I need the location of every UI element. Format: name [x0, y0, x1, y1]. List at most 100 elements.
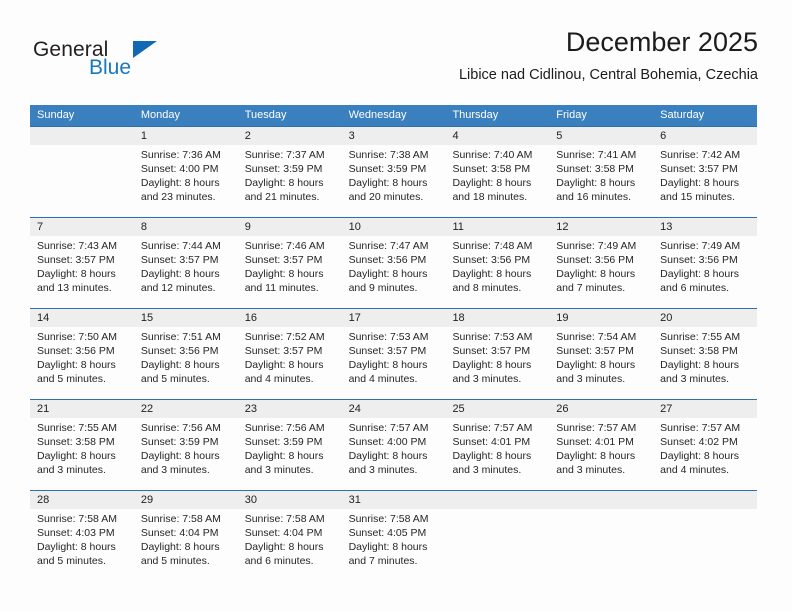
day-number[interactable]: 8: [134, 218, 238, 236]
sunset-text: Sunset: 3:57 PM: [348, 345, 427, 357]
daylight-line1: Daylight: 8 hours: [660, 268, 739, 280]
day-cell[interactable]: Sunrise: 7:50 AM Sunset: 3:56 PM Dayligh…: [30, 327, 134, 399]
sunrise-text: Sunrise: 7:54 AM: [556, 331, 637, 343]
daylight-line2: and 6 minutes.: [660, 282, 730, 294]
sunrise-text: Sunrise: 7:58 AM: [140, 513, 221, 525]
daylight-line2: and 3 minutes.: [556, 373, 626, 385]
day-cell[interactable]: Sunrise: 7:38 AM Sunset: 3:59 PM Dayligh…: [342, 145, 446, 217]
day-number[interactable]: 27: [653, 400, 757, 418]
day-number[interactable]: 31: [342, 491, 446, 509]
day-number[interactable]: 20: [653, 309, 757, 327]
day-number[interactable]: 26: [549, 400, 653, 418]
day-cell[interactable]: Sunrise: 7:54 AM Sunset: 3:57 PM Dayligh…: [549, 327, 653, 399]
day-number[interactable]: [653, 491, 757, 509]
day-number[interactable]: 22: [134, 400, 238, 418]
daylight-line2: and 3 minutes.: [244, 464, 314, 476]
day-cell[interactable]: Sunrise: 7:37 AM Sunset: 3:59 PM Dayligh…: [238, 145, 342, 217]
day-number[interactable]: [549, 491, 653, 509]
day-number[interactable]: 1: [134, 127, 238, 145]
day-cell[interactable]: Sunrise: 7:46 AM Sunset: 3:57 PM Dayligh…: [238, 236, 342, 308]
day-cell[interactable]: Sunrise: 7:49 AM Sunset: 3:56 PM Dayligh…: [549, 236, 653, 308]
day-number[interactable]: [445, 491, 549, 509]
day-number[interactable]: 5: [549, 127, 653, 145]
day-cell[interactable]: Sunrise: 7:58 AM Sunset: 4:04 PM Dayligh…: [134, 509, 238, 581]
day-cell[interactable]: Sunrise: 7:58 AM Sunset: 4:03 PM Dayligh…: [30, 509, 134, 581]
sunrise-text: Sunrise: 7:52 AM: [244, 331, 325, 343]
daylight-line2: and 5 minutes.: [140, 373, 210, 385]
day-cell[interactable]: Sunrise: 7:57 AM Sunset: 4:00 PM Dayligh…: [342, 418, 446, 490]
day-number[interactable]: 29: [134, 491, 238, 509]
day-number[interactable]: 24: [342, 400, 446, 418]
day-number[interactable]: [30, 127, 134, 145]
day-number[interactable]: 4: [445, 127, 549, 145]
day-number[interactable]: 11: [445, 218, 549, 236]
day-cell[interactable]: Sunrise: 7:56 AM Sunset: 3:59 PM Dayligh…: [134, 418, 238, 490]
day-number[interactable]: 6: [653, 127, 757, 145]
day-cell[interactable]: Sunrise: 7:55 AM Sunset: 3:58 PM Dayligh…: [653, 327, 757, 399]
day-cell[interactable]: Sunrise: 7:58 AM Sunset: 4:04 PM Dayligh…: [238, 509, 342, 581]
day-number[interactable]: 13: [653, 218, 757, 236]
daylight-line2: and 23 minutes.: [140, 191, 216, 203]
calendar-week-row: 1 2 3 4 5 6 Sunrise: 7:36 AM Sunset: 4:0…: [30, 126, 757, 217]
sunrise-text: Sunrise: 7:51 AM: [140, 331, 221, 343]
week-detail-row: Sunrise: 7:55 AM Sunset: 3:58 PM Dayligh…: [30, 418, 757, 490]
day-cell[interactable]: Sunrise: 7:36 AM Sunset: 4:00 PM Dayligh…: [134, 145, 238, 217]
day-cell[interactable]: Sunrise: 7:44 AM Sunset: 3:57 PM Dayligh…: [134, 236, 238, 308]
sunset-text: Sunset: 4:01 PM: [452, 436, 531, 448]
day-cell[interactable]: Sunrise: 7:57 AM Sunset: 4:01 PM Dayligh…: [549, 418, 653, 490]
day-cell[interactable]: Sunrise: 7:57 AM Sunset: 4:02 PM Dayligh…: [653, 418, 757, 490]
day-number[interactable]: 2: [238, 127, 342, 145]
day-cell[interactable]: Sunrise: 7:48 AM Sunset: 3:56 PM Dayligh…: [445, 236, 549, 308]
day-number[interactable]: 14: [30, 309, 134, 327]
triangle-icon: [133, 41, 157, 58]
day-number[interactable]: 17: [342, 309, 446, 327]
day-cell[interactable]: Sunrise: 7:56 AM Sunset: 3:59 PM Dayligh…: [238, 418, 342, 490]
day-cell[interactable]: Sunrise: 7:55 AM Sunset: 3:58 PM Dayligh…: [30, 418, 134, 490]
day-cell[interactable]: Sunrise: 7:43 AM Sunset: 3:57 PM Dayligh…: [30, 236, 134, 308]
page-subtitle: Libice nad Cidlinou, Central Bohemia, Cz…: [458, 67, 758, 83]
day-number[interactable]: 12: [549, 218, 653, 236]
day-cell[interactable]: [445, 509, 549, 581]
daylight-line1: Daylight: 8 hours: [244, 450, 324, 462]
day-number[interactable]: 7: [30, 218, 134, 236]
daylight-line2: and 5 minutes.: [37, 555, 106, 567]
day-cell[interactable]: Sunrise: 7:40 AM Sunset: 3:58 PM Dayligh…: [445, 145, 549, 217]
sunset-text: Sunset: 3:58 PM: [452, 163, 531, 175]
day-number[interactable]: 9: [238, 218, 342, 236]
day-number[interactable]: 3: [342, 127, 446, 145]
day-number[interactable]: 19: [549, 309, 653, 327]
day-number[interactable]: 10: [342, 218, 446, 236]
day-cell[interactable]: Sunrise: 7:53 AM Sunset: 3:57 PM Dayligh…: [445, 327, 549, 399]
day-cell[interactable]: Sunrise: 7:47 AM Sunset: 3:56 PM Dayligh…: [342, 236, 446, 308]
daylight-line2: and 4 minutes.: [348, 373, 418, 385]
day-number[interactable]: 15: [134, 309, 238, 327]
day-cell[interactable]: Sunrise: 7:57 AM Sunset: 4:01 PM Dayligh…: [445, 418, 549, 490]
day-number[interactable]: 28: [30, 491, 134, 509]
general-blue-logo[interactable]: General Blue: [33, 38, 213, 82]
day-cell[interactable]: [30, 145, 134, 217]
day-cell[interactable]: Sunrise: 7:58 AM Sunset: 4:05 PM Dayligh…: [342, 509, 446, 581]
day-number[interactable]: 23: [238, 400, 342, 418]
calendar-week-row: 14 15 16 17 18 19 20 Sunrise: 7:50 AM Su…: [30, 308, 757, 399]
day-number[interactable]: 16: [238, 309, 342, 327]
day-cell[interactable]: Sunrise: 7:42 AM Sunset: 3:57 PM Dayligh…: [653, 145, 757, 217]
sunset-text: Sunset: 3:57 PM: [37, 254, 115, 266]
sunrise-text: Sunrise: 7:49 AM: [556, 240, 637, 252]
sunset-text: Sunset: 3:58 PM: [556, 163, 634, 175]
day-cell[interactable]: Sunrise: 7:53 AM Sunset: 3:57 PM Dayligh…: [342, 327, 446, 399]
day-number[interactable]: 30: [238, 491, 342, 509]
day-number[interactable]: 25: [445, 400, 549, 418]
day-number[interactable]: 21: [30, 400, 134, 418]
week-daynum-row: 28 29 30 31: [30, 491, 757, 509]
day-cell[interactable]: Sunrise: 7:51 AM Sunset: 3:56 PM Dayligh…: [134, 327, 238, 399]
daylight-line2: and 16 minutes.: [556, 191, 632, 203]
day-cell[interactable]: [549, 509, 653, 581]
day-cell[interactable]: Sunrise: 7:52 AM Sunset: 3:57 PM Dayligh…: [238, 327, 342, 399]
day-cell[interactable]: [653, 509, 757, 581]
sunrise-text: Sunrise: 7:56 AM: [140, 422, 221, 434]
day-number[interactable]: 18: [445, 309, 549, 327]
day-cell[interactable]: Sunrise: 7:41 AM Sunset: 3:58 PM Dayligh…: [549, 145, 653, 217]
sunset-text: Sunset: 3:56 PM: [37, 345, 115, 357]
day-cell[interactable]: Sunrise: 7:49 AM Sunset: 3:56 PM Dayligh…: [653, 236, 757, 308]
calendar-page: General Blue December 2025 Libice nad Ci…: [0, 0, 792, 612]
